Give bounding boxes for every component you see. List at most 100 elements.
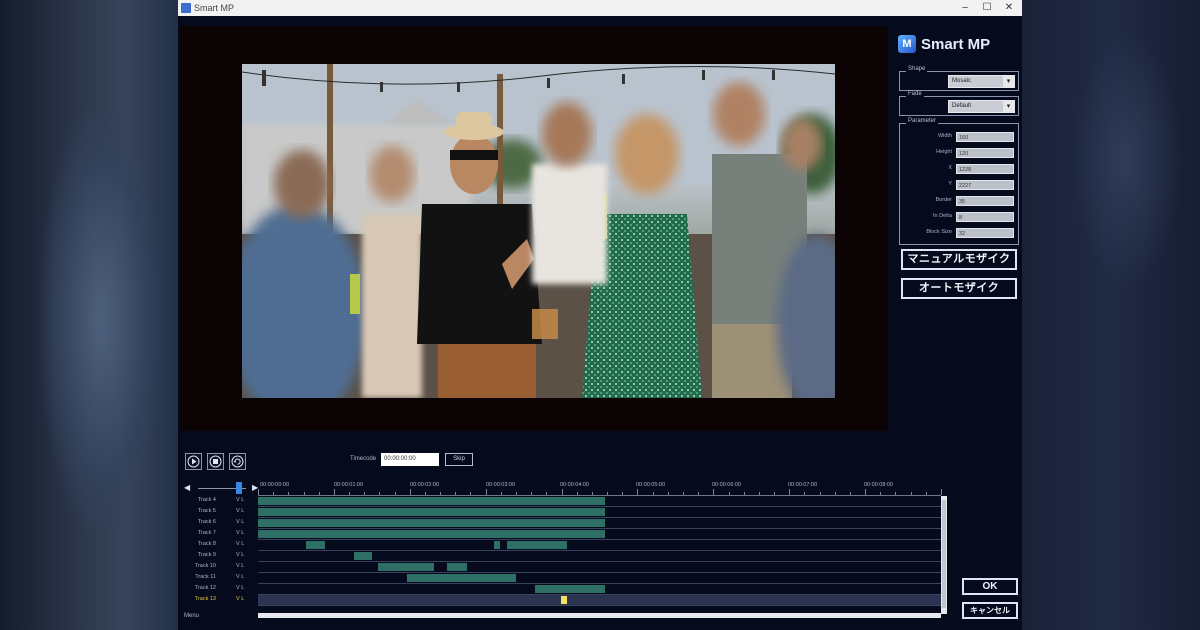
cancel-button[interactable]: キャンセル: [962, 602, 1018, 619]
maximize-button[interactable]: ☐: [976, 1, 998, 15]
ruler-tick-label: 00:00:00:00: [260, 482, 290, 488]
tracks-vertical-scrollbar[interactable]: [941, 496, 947, 614]
track-flags[interactable]: V L: [236, 541, 244, 547]
track-flags[interactable]: V L: [236, 508, 244, 514]
ruler-tick-label: 00:00:01:00: [334, 482, 364, 488]
shape-group: Shape Mosaic ▾: [899, 66, 1019, 91]
track-clip[interactable]: [493, 541, 501, 549]
track-clip[interactable]: [446, 563, 467, 571]
track-row[interactable]: Track 5 V L: [184, 507, 948, 518]
track-row[interactable]: Track 4 V L: [184, 496, 948, 507]
ruler-tick-mark: [349, 492, 350, 495]
track-flags[interactable]: V L: [236, 552, 244, 558]
track-lane[interactable]: [258, 540, 941, 551]
track-lane[interactable]: [258, 584, 941, 595]
manual-mosaic-button[interactable]: マニュアルモザイク: [901, 249, 1017, 270]
param-label: Height: [936, 149, 952, 155]
ruler-tick-mark: [759, 492, 760, 495]
track-clip[interactable]: [258, 530, 605, 538]
track-row[interactable]: Track 11 V L: [184, 573, 948, 584]
shape-select[interactable]: Mosaic ▾: [948, 75, 1015, 88]
track-list: Track 4 V L Track 5 V L Track 6 V L Trac…: [184, 496, 948, 619]
track-flags[interactable]: V L: [236, 596, 244, 602]
blurred-backdrop-left: [0, 0, 178, 630]
y-field[interactable]: 2227: [956, 180, 1014, 190]
timeline-ruler[interactable]: 00:00:00:00 00:00:01:00 00:00:02:00 00:0…: [258, 481, 942, 496]
ruler-tick-label: 00:00:05:00: [636, 482, 666, 488]
block-size-field[interactable]: 32: [956, 228, 1014, 238]
ruler-tick-mark: [334, 489, 335, 495]
stop-button[interactable]: [207, 453, 224, 470]
track-clip[interactable]: [534, 585, 605, 593]
play-button[interactable]: [185, 453, 202, 470]
track-flags[interactable]: V L: [236, 519, 244, 525]
track-row[interactable]: Track 8 V L: [184, 540, 948, 551]
track-lane[interactable]: [258, 551, 941, 562]
ruler-tick-mark: [653, 492, 654, 495]
track-clip[interactable]: [258, 497, 605, 505]
track-clip[interactable]: [305, 541, 325, 549]
close-button[interactable]: ✕: [998, 1, 1020, 15]
ruler-tick-mark: [470, 492, 471, 495]
in-delta-field[interactable]: 8: [956, 212, 1014, 222]
track-lane[interactable]: [258, 562, 941, 573]
ruler-tick-mark: [288, 492, 289, 495]
logo-mark-icon: M: [898, 35, 916, 53]
track-clip[interactable]: [377, 563, 435, 571]
menu-label[interactable]: Menu: [184, 613, 199, 619]
zoom-thumb[interactable]: [236, 482, 242, 494]
x-field[interactable]: 1228: [956, 164, 1014, 174]
track-flags[interactable]: V L: [236, 585, 244, 591]
chevron-down-icon: ▾: [1003, 101, 1014, 112]
playhead-marker[interactable]: [560, 596, 567, 604]
title-bar: Smart MP – ☐ ✕: [178, 0, 1022, 16]
ok-button[interactable]: OK: [962, 578, 1018, 595]
track-flags[interactable]: V L: [236, 563, 244, 569]
ruler-tick-mark: [850, 492, 851, 495]
auto-mosaic-button[interactable]: オートモザイク: [901, 278, 1017, 299]
track-row[interactable]: Track 10 V L: [184, 562, 948, 573]
ruler-tick-mark: [319, 492, 320, 495]
width-field[interactable]: 160: [956, 132, 1014, 142]
shape-group-legend: Shape: [906, 66, 928, 72]
track-row[interactable]: Track 7 V L: [184, 529, 948, 540]
track-lane[interactable]: [258, 573, 941, 584]
arrow-left-icon[interactable]: ◀: [184, 483, 192, 493]
ruler-tick-mark: [562, 489, 563, 495]
skip-button[interactable]: Skip: [445, 453, 473, 466]
track-lane[interactable]: [258, 518, 941, 529]
track-row[interactable]: Track 13 V L: [184, 595, 948, 606]
track-clip[interactable]: [258, 508, 605, 516]
height-field[interactable]: 120: [956, 148, 1014, 158]
border-field[interactable]: 35: [956, 196, 1014, 206]
track-lane[interactable]: [258, 595, 941, 606]
minimize-button[interactable]: –: [954, 1, 976, 15]
timeline-zoom-slider[interactable]: ◀ ▶: [184, 481, 260, 495]
ruler-tick-mark: [744, 492, 745, 495]
track-flags[interactable]: V L: [236, 530, 244, 536]
timeline-horizontal-scrollbar[interactable]: [258, 613, 941, 618]
ruler-tick-mark: [546, 492, 547, 495]
track-flags[interactable]: V L: [236, 497, 244, 503]
timecode-input[interactable]: 00:00:00:00: [381, 453, 439, 466]
track-lane[interactable]: [258, 529, 941, 540]
ruler-tick-mark: [364, 492, 365, 495]
track-clip[interactable]: [353, 552, 373, 560]
track-clip[interactable]: [258, 519, 605, 527]
track-row[interactable]: Track 12 V L: [184, 584, 948, 595]
scrollbar-thumb[interactable]: [942, 500, 946, 608]
video-preview[interactable]: [180, 26, 888, 431]
track-lane[interactable]: [258, 496, 941, 507]
loop-button[interactable]: [229, 453, 246, 470]
app-icon: [181, 3, 191, 13]
ruler-tick-mark: [698, 492, 699, 495]
track-name: Track 11: [195, 574, 216, 580]
track-lane[interactable]: [258, 507, 941, 518]
ruler-tick-mark: [637, 489, 638, 495]
track-clip[interactable]: [406, 574, 517, 582]
track-flags[interactable]: V L: [236, 574, 244, 580]
track-row[interactable]: Track 9 V L: [184, 551, 948, 562]
track-row[interactable]: Track 6 V L: [184, 518, 948, 529]
fade-select[interactable]: Default ▾: [948, 100, 1015, 113]
track-clip[interactable]: [507, 541, 568, 549]
